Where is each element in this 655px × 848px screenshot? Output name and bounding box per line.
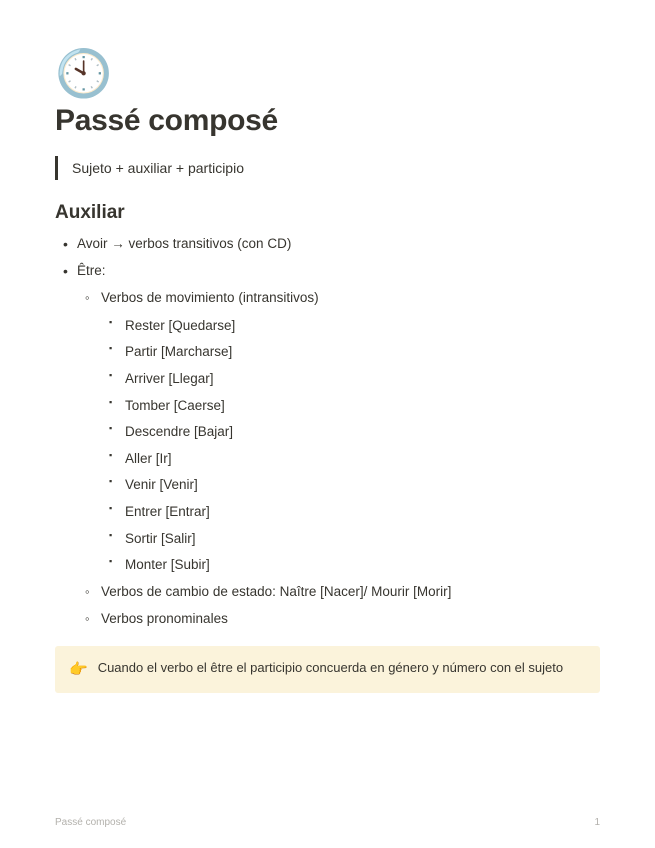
list-item: Partir [Marcharse] — [101, 341, 600, 363]
pointing-hand-icon: 👉 — [69, 659, 88, 681]
section-heading-auxiliar: Auxiliar — [55, 202, 600, 224]
page-title: Passé composé — [55, 104, 600, 138]
bullet-sublist: Rester [Quedarse] Partir [Marcharse] Arr… — [101, 315, 600, 576]
list-item: Sortir [Salir] — [101, 528, 600, 550]
footer-title: Passé composé — [55, 817, 126, 828]
list-item-label: Verbos de movimiento (intransitivos) — [101, 290, 319, 305]
list-item: Descendre [Bajar] — [101, 421, 600, 443]
list-item: Verbos pronominales — [77, 609, 600, 630]
callout-text: Cuando el verbo el être el participio co… — [98, 659, 563, 681]
callout-block: 👉 Cuando el verbo el être el participio … — [55, 646, 600, 694]
list-item: Avoir → verbos transitivos (con CD) — [55, 234, 600, 255]
footer-page-number: 1 — [594, 817, 600, 828]
page-footer: Passé composé 1 — [55, 817, 600, 828]
list-item: Arriver [Llegar] — [101, 368, 600, 390]
quote-text: Sujeto + auxiliar + participio — [72, 160, 244, 176]
page-icon: 🕙 — [55, 50, 600, 96]
list-item: Être: Verbos de movimiento (intransitivo… — [55, 261, 600, 630]
list-item: Monter [Subir] — [101, 554, 600, 576]
list-item: Aller [Ir] — [101, 448, 600, 470]
list-item: Verbos de cambio de estado: Naître [Nace… — [77, 582, 600, 603]
list-item: Verbos de movimiento (intransitivos) Res… — [77, 288, 600, 576]
list-item: Tomber [Caerse] — [101, 395, 600, 417]
list-item: Rester [Quedarse] — [101, 315, 600, 337]
quote-block: Sujeto + auxiliar + participio — [55, 156, 600, 180]
list-item-label: Être: — [77, 263, 106, 278]
bullet-sublist: Verbos de movimiento (intransitivos) Res… — [77, 288, 600, 630]
list-item: Entrer [Entrar] — [101, 501, 600, 523]
bullet-list: Avoir → verbos transitivos (con CD) Être… — [55, 234, 600, 630]
list-item: Venir [Venir] — [101, 474, 600, 496]
